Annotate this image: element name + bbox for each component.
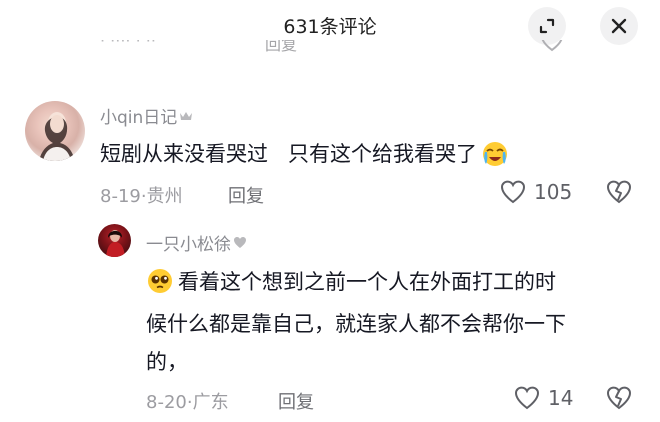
close-icon — [611, 18, 627, 34]
previous-like-icon[interactable] — [540, 40, 564, 52]
username-text: 小qin日记 — [100, 108, 178, 128]
broken-heart-icon[interactable] — [606, 180, 632, 204]
crown-icon — [180, 111, 193, 120]
comment-username[interactable]: 小qin日记 — [100, 103, 193, 128]
reply-text-line-3: 的， — [146, 350, 188, 374]
comment-text: 短剧从来没看哭过 只有这个给我看哭了 — [100, 137, 509, 171]
reply-button[interactable]: 回复 — [228, 182, 264, 208]
like-count: 105 — [534, 180, 573, 204]
reply-like-button[interactable]: 14 — [514, 386, 573, 410]
broken-heart-icon[interactable] — [606, 386, 632, 410]
reply-reply-button[interactable]: 回复 — [278, 388, 314, 414]
reply-username[interactable]: 一只小松徐 — [146, 230, 247, 255]
crying-emoji-icon — [483, 142, 508, 166]
reply-text-line-1: 看着这个想到之前一个人在外面打工的时 — [146, 266, 556, 296]
reply-text-segment: 看着这个想到之前一个人在外面打工的时 — [178, 270, 556, 294]
reply-avatar-image — [106, 230, 125, 257]
reply-date-location: 8-20·广东 — [146, 392, 229, 413]
comment-body: 短剧从来没看哭过 只有这个给我看哭了 — [100, 142, 478, 166]
heart-outline-icon — [514, 386, 540, 410]
avatar-image — [39, 112, 75, 161]
heart-outline-icon — [500, 180, 526, 204]
previous-comment-partial: · ···· · ·· 回复 — [0, 40, 660, 62]
pleading-emoji-icon — [148, 269, 172, 293]
reply-username-text: 一只小松徐 — [146, 235, 231, 255]
expand-icon — [539, 18, 555, 34]
heart-icon — [234, 237, 246, 248]
avatar[interactable] — [25, 101, 85, 161]
reply-avatar[interactable] — [98, 224, 131, 257]
previous-reply-button[interactable]: 回复 — [265, 40, 297, 55]
previous-comment-meta: · ···· · ·· — [100, 40, 156, 50]
reply-like-count: 14 — [548, 386, 574, 410]
like-button[interactable]: 105 — [500, 180, 572, 204]
reply-text-line-2: 候什么都是靠自己，就连家人都不会帮你一下 — [146, 312, 566, 336]
comment-date-location: 8-19·贵州 — [100, 186, 183, 207]
